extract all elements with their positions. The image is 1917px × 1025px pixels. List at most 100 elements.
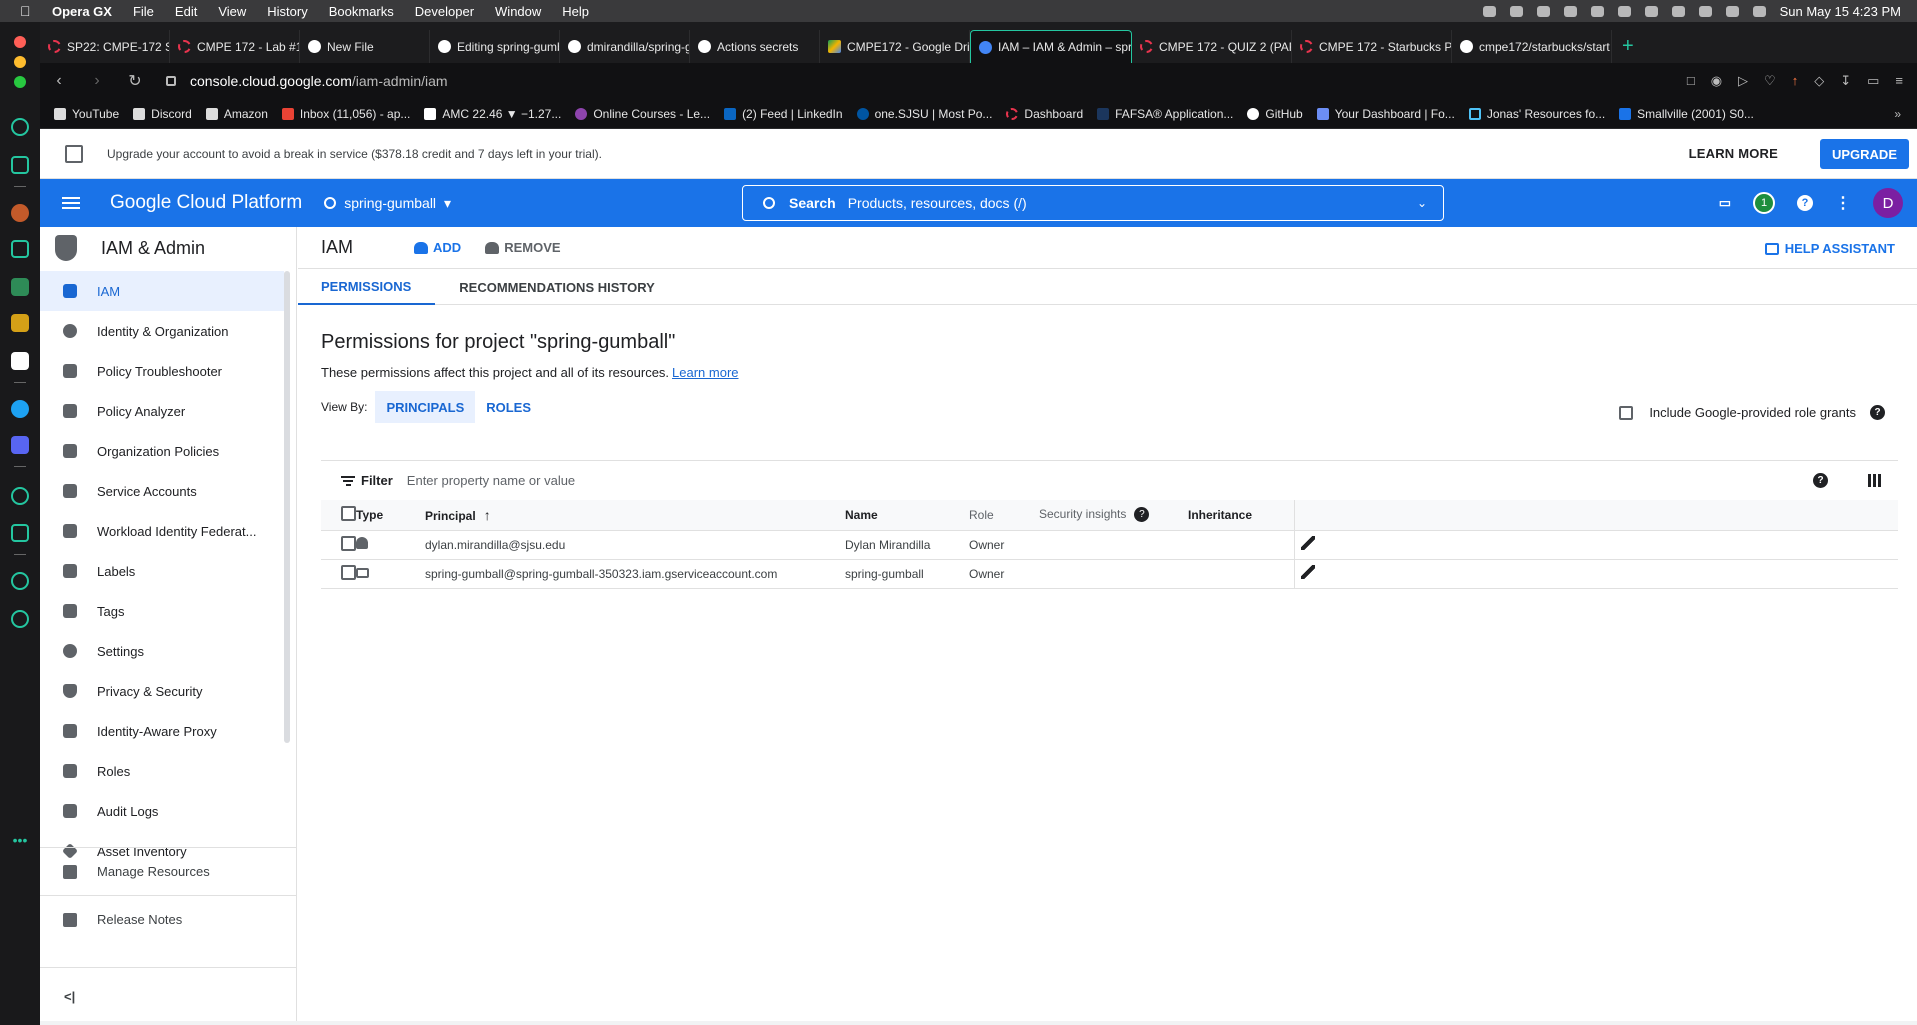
bookmark-item[interactable]: Inbox (11,056) - ap... bbox=[281, 107, 410, 121]
creative-cloud-icon[interactable] bbox=[1482, 5, 1496, 17]
sidebar-item-identity-aware-proxy[interactable]: Identity-Aware Proxy bbox=[40, 711, 284, 751]
menu-window[interactable]: Window bbox=[495, 4, 541, 19]
speed-dial-icon[interactable] bbox=[11, 118, 29, 136]
twitter-icon[interactable] bbox=[11, 400, 29, 418]
window-minimize-icon[interactable] bbox=[14, 56, 26, 68]
gcp-logo-title[interactable]: Google Cloud Platform bbox=[110, 192, 302, 214]
learn-more-button[interactable]: LEARN MORE bbox=[1689, 146, 1778, 161]
edit-pencil-icon[interactable] bbox=[1300, 565, 1315, 579]
sidebar-item-workload-identity[interactable]: Workload Identity Federat... bbox=[40, 511, 284, 551]
lock-app-icon[interactable] bbox=[11, 314, 29, 332]
hamburger-menu-icon[interactable] bbox=[62, 197, 80, 209]
headphones-icon[interactable] bbox=[1590, 5, 1604, 17]
download-icon[interactable]: ↧ bbox=[1840, 73, 1851, 89]
cloud-shell-icon[interactable]: ▭ bbox=[1719, 195, 1731, 211]
learn-more-link[interactable]: Learn more bbox=[672, 365, 738, 380]
sidebar-item-roles[interactable]: Roles bbox=[40, 751, 284, 791]
new-tab-icon[interactable]: + bbox=[1612, 30, 1644, 63]
heart-icon[interactable]: ♡ bbox=[1764, 73, 1776, 89]
siri-icon[interactable] bbox=[1752, 5, 1766, 17]
column-display-icon[interactable] bbox=[1868, 474, 1882, 487]
extension-icon[interactable]: ↑ bbox=[1792, 73, 1799, 89]
collapse-nav-button[interactable]: <| bbox=[40, 967, 296, 1025]
avatar[interactable]: D bbox=[1873, 188, 1903, 218]
remove-button[interactable]: REMOVE bbox=[485, 240, 561, 255]
sidebar-item-identity-organization[interactable]: Identity & Organization bbox=[40, 311, 284, 351]
select-all-checkbox[interactable] bbox=[341, 505, 356, 521]
browser-tab[interactable]: dmirandilla/spring-gumb bbox=[560, 30, 690, 63]
bookmark-item[interactable]: YouTube bbox=[54, 107, 119, 121]
forward-icon[interactable]: › bbox=[88, 72, 106, 90]
history-icon[interactable] bbox=[11, 610, 29, 628]
bookmark-item[interactable]: GitHub bbox=[1247, 107, 1303, 121]
player-icon[interactable] bbox=[11, 487, 29, 505]
upgrade-button[interactable]: UPGRADE bbox=[1819, 139, 1909, 169]
football-icon[interactable] bbox=[11, 204, 29, 222]
bluetooth-icon[interactable] bbox=[1617, 5, 1631, 17]
tab-permissions[interactable]: PERMISSIONS bbox=[298, 269, 436, 305]
crown-icon[interactable] bbox=[11, 240, 29, 258]
sidebar-item-labels[interactable]: Labels bbox=[40, 551, 284, 591]
browser-tab-active[interactable]: IAM – IAM & Admin – spr bbox=[970, 30, 1132, 63]
easy-setup-icon[interactable]: ≡ bbox=[1895, 73, 1903, 89]
help-icon[interactable]: ? bbox=[1797, 195, 1813, 211]
bookmark-item[interactable]: AMC 22.46 ▼ −1.27... bbox=[424, 107, 561, 121]
apple-icon[interactable]:  bbox=[20, 3, 36, 19]
battery-icon[interactable] bbox=[1644, 5, 1658, 17]
menu-app[interactable]: Opera GX bbox=[52, 4, 112, 19]
sidebar-item-audit-logs[interactable]: Audit Logs bbox=[40, 791, 284, 831]
sidebar-item-iam[interactable]: IAM bbox=[40, 271, 284, 311]
window-maximize-icon[interactable] bbox=[14, 76, 26, 88]
lock-icon[interactable] bbox=[166, 76, 176, 86]
help-assistant-button[interactable]: HELP ASSISTANT bbox=[1764, 241, 1895, 256]
sidenav-scrollbar[interactable] bbox=[284, 271, 290, 743]
clock[interactable]: Sun May 15 4:23 PM bbox=[1780, 4, 1901, 19]
play-icon[interactable] bbox=[1536, 5, 1550, 17]
browser-tab[interactable]: New File bbox=[300, 30, 430, 63]
row-checkbox[interactable] bbox=[341, 564, 356, 580]
notifications-badge[interactable]: 1 bbox=[1753, 192, 1775, 214]
camera-icon[interactable]: ◉ bbox=[1711, 73, 1722, 89]
bookmark-item[interactable]: Discord bbox=[133, 107, 192, 121]
reload-icon[interactable]: ↻ bbox=[126, 71, 144, 91]
bookmark-item[interactable]: Your Dashboard | Fo... bbox=[1316, 107, 1455, 121]
wifi-icon[interactable] bbox=[1671, 5, 1685, 17]
menu-bookmarks[interactable]: Bookmarks bbox=[329, 4, 394, 19]
filter-input[interactable] bbox=[406, 473, 1007, 488]
sidebar-item-settings[interactable]: Settings bbox=[40, 631, 284, 671]
browser-tab[interactable]: cmpe172/starbucks/start bbox=[1452, 30, 1612, 63]
view-roles-button[interactable]: ROLES bbox=[475, 391, 542, 423]
window-close-icon[interactable] bbox=[14, 36, 26, 48]
control-center-icon[interactable] bbox=[1725, 5, 1739, 17]
browser-tab[interactable]: CMPE 172 - Starbucks P bbox=[1292, 30, 1452, 63]
project-selector[interactable]: spring-gumball ▾ bbox=[324, 195, 451, 212]
sidebar-item-tags[interactable]: Tags bbox=[40, 591, 284, 631]
menu-view[interactable]: View bbox=[218, 4, 246, 19]
col-principal[interactable]: Principal ↑ bbox=[425, 500, 845, 531]
menu-edit[interactable]: Edit bbox=[175, 4, 197, 19]
discord-icon[interactable] bbox=[11, 436, 29, 454]
row-checkbox[interactable] bbox=[341, 535, 356, 551]
app-icon[interactable] bbox=[11, 278, 29, 296]
back-icon[interactable]: ‹ bbox=[50, 72, 68, 90]
browser-tab[interactable]: SP22: CMPE-172 Sec 01 bbox=[40, 30, 170, 63]
sidebar-item-privacy-security[interactable]: Privacy & Security bbox=[40, 671, 284, 711]
heart-icon[interactable] bbox=[11, 572, 29, 590]
help-icon[interactable]: ? bbox=[1134, 507, 1150, 523]
bookmark-item[interactable]: Online Courses - Le... bbox=[575, 107, 710, 121]
japan-flag-icon[interactable] bbox=[11, 352, 29, 370]
menu-help[interactable]: Help bbox=[562, 4, 589, 19]
search-bar[interactable]: Search Products, resources, docs (/) ⌄ bbox=[742, 185, 1444, 221]
menu-developer[interactable]: Developer bbox=[415, 4, 474, 19]
menu-history[interactable]: History bbox=[267, 4, 307, 19]
browser-tab[interactable]: CMPE 172 - Lab #10 - D bbox=[170, 30, 300, 63]
bookmark-item[interactable]: Smallville (2001) S0... bbox=[1619, 107, 1754, 121]
coffee-icon[interactable] bbox=[1509, 5, 1523, 17]
sidebar-item-service-accounts[interactable]: Service Accounts bbox=[40, 471, 284, 511]
bookmark-item[interactable]: Jonas' Resources fo... bbox=[1468, 107, 1605, 121]
browser-tab[interactable]: CMPE172 - Google Drive bbox=[820, 30, 970, 63]
manage-resources-link[interactable]: Manage Resources bbox=[40, 847, 296, 895]
bookmark-item[interactable]: FAFSA® Application... bbox=[1097, 107, 1233, 121]
url-field[interactable]: console.cloud.google.com/iam-admin/iam bbox=[190, 73, 448, 89]
bookmark-item[interactable]: one.SJSU | Most Po... bbox=[856, 107, 992, 121]
